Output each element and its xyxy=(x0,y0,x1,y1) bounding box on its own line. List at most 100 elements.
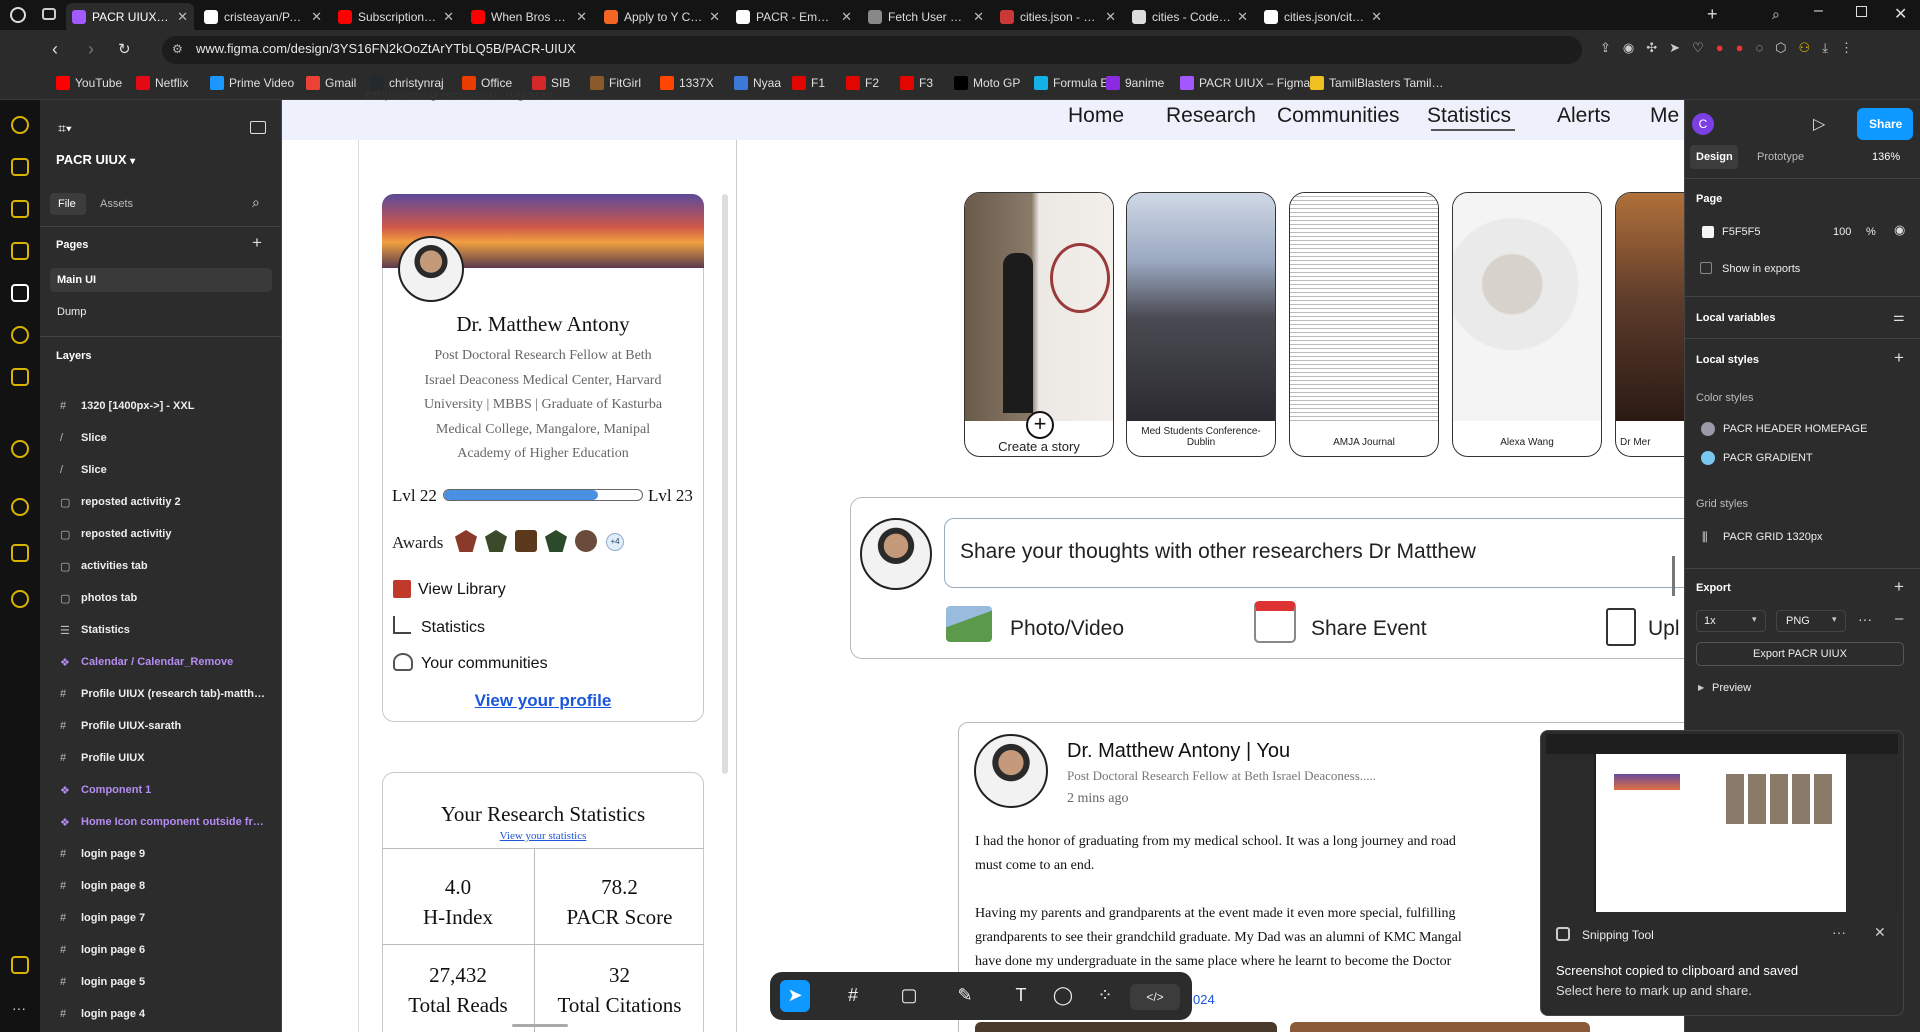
twitch-icon[interactable] xyxy=(11,200,29,218)
more-sidebar-icon[interactable]: ··· xyxy=(12,1000,26,1016)
close-tab-icon[interactable]: ✕ xyxy=(311,9,322,25)
discord-icon[interactable] xyxy=(11,368,29,386)
left-column-scrollbar[interactable] xyxy=(722,194,728,774)
browser-tab[interactable]: Fetch User From API ✕ xyxy=(862,3,990,30)
bookmark-item[interactable]: F2 xyxy=(846,76,879,90)
layer-item[interactable]: Calendar / Calendar_Remove xyxy=(81,656,276,668)
nav-link[interactable]: Me xyxy=(1650,104,1679,128)
nav-link[interactable]: Statistics xyxy=(1427,104,1511,128)
browser-tab[interactable]: cities - CodeSandbox ✕ xyxy=(1126,3,1254,30)
upload-button[interactable]: Upl xyxy=(1648,617,1680,641)
new-tab-button[interactable]: + xyxy=(1707,4,1718,25)
bookmark-item[interactable]: SIB xyxy=(532,76,570,90)
user-avatar[interactable]: C xyxy=(1692,113,1714,135)
close-window-button[interactable]: ✕ xyxy=(1894,4,1907,24)
share-event-button[interactable]: Share Event xyxy=(1311,617,1427,641)
extensions-sidebar-icon[interactable] xyxy=(11,544,29,562)
url-text[interactable]: www.figma.com/design/3YS16FN2kOoZtArYTbL… xyxy=(196,41,576,56)
search-icon[interactable]: ⌕ xyxy=(252,194,260,211)
minimize-button[interactable]: – xyxy=(1814,2,1823,20)
figma-sidebar-icon[interactable] xyxy=(11,284,29,302)
bookmark-item[interactable]: FitGirl xyxy=(590,76,641,90)
browser-tab[interactable]: cities.json/cities.json ✕ xyxy=(1258,3,1388,30)
profile-avatar[interactable] xyxy=(398,236,464,302)
canvas-scroll-indicator[interactable] xyxy=(512,1024,568,1027)
layer-item[interactable]: Component 1 xyxy=(81,784,276,796)
close-tab-icon[interactable]: ✕ xyxy=(576,9,587,25)
bookmark-item[interactable]: Prime Video xyxy=(210,76,294,90)
local-variables[interactable]: Local variables xyxy=(1696,312,1776,324)
layer-item[interactable]: Slice xyxy=(81,432,276,444)
add-page-icon[interactable]: + xyxy=(252,233,262,253)
layer-item[interactable]: photos tab xyxy=(81,592,276,604)
close-tab-icon[interactable]: ✕ xyxy=(1237,9,1248,25)
search-tabs-icon[interactable]: ⌕ xyxy=(1772,6,1780,23)
story-dr-mer[interactable]: Dr Mer xyxy=(1615,192,1684,457)
grid-style-item[interactable]: PACR GRID 1320px xyxy=(1723,531,1822,543)
page-color-swatch[interactable] xyxy=(1702,226,1714,238)
browser-tab[interactable]: When Bros So Bad Y… ✕ xyxy=(465,3,593,30)
visibility-eye-icon[interactable]: ◉ xyxy=(1894,222,1905,238)
color-style-item[interactable]: PACR HEADER HOMEPAGE xyxy=(1723,423,1867,435)
history-icon[interactable] xyxy=(11,498,29,516)
nav-link[interactable]: Communities xyxy=(1277,104,1400,128)
story-journal[interactable]: AMJA Journal xyxy=(1289,192,1439,457)
post-author-avatar[interactable] xyxy=(974,734,1048,808)
nav-link[interactable]: Research xyxy=(1166,104,1256,128)
browser-profile-icon[interactable] xyxy=(10,7,26,23)
figma-menu-icon[interactable]: ⌗▾ xyxy=(58,120,72,137)
post-author[interactable]: Dr. Matthew Antony | You xyxy=(1067,740,1290,763)
page-item-dump[interactable]: Dump xyxy=(57,306,86,318)
bookmark-item[interactable]: F3 xyxy=(900,76,933,90)
view-library-link[interactable]: View Library xyxy=(418,581,506,599)
pinboard-icon[interactable] xyxy=(11,956,29,974)
browser-tab[interactable]: cities.json - npm ✕ xyxy=(994,3,1122,30)
your-communities-link[interactable]: Your communities xyxy=(421,655,548,673)
awards-more-badge[interactable]: +4 xyxy=(606,533,624,551)
assets-tab[interactable]: Assets xyxy=(100,198,133,210)
composer-scrollbar[interactable] xyxy=(1672,556,1675,596)
nav-link[interactable]: Alerts xyxy=(1557,104,1611,128)
speed-dial-icon[interactable] xyxy=(11,116,29,134)
close-tab-icon[interactable]: ✕ xyxy=(709,9,720,25)
layer-item[interactable]: login page 8 xyxy=(81,880,276,892)
layer-item[interactable]: login page 4 xyxy=(81,1008,276,1020)
whatsapp-icon[interactable] xyxy=(11,326,29,344)
browser-tab[interactable]: PACR - Empowering… ✕ xyxy=(730,3,858,30)
notification-close-icon[interactable]: ✕ xyxy=(1874,924,1886,941)
snip-thumbnail[interactable] xyxy=(1546,734,1898,912)
export-more-icon[interactable]: ··· xyxy=(1858,611,1872,627)
extension-icons[interactable]: ⇪ ◉ ✣ ➤ ♡ ● ● ◌ ⬡ ⚇ ⤓ ⋮ xyxy=(1600,40,1900,60)
bookmark-item[interactable]: Gmail xyxy=(306,76,356,90)
layer-item[interactable]: reposted activitiy xyxy=(81,528,276,540)
bookmark-item[interactable]: Office xyxy=(462,76,512,90)
prototype-tab[interactable]: Prototype xyxy=(1757,151,1804,163)
pen-tool-icon[interactable]: ✎ xyxy=(954,984,976,1006)
bookmark-item[interactable]: YouTube xyxy=(56,76,122,90)
bookmark-item[interactable]: TamilBlasters Tamil… xyxy=(1310,76,1443,90)
panel-toggle-icon[interactable] xyxy=(250,121,266,134)
browser-tab[interactable]: Apply to Y Combinator ✕ xyxy=(598,3,726,30)
bookmark-item[interactable]: 1337X xyxy=(660,76,714,90)
bookmark-item[interactable]: F1 xyxy=(792,76,825,90)
add-export-icon[interactable]: + xyxy=(1894,577,1904,597)
preview-toggle[interactable]: Preview xyxy=(1712,682,1751,694)
close-tab-icon[interactable]: ✕ xyxy=(1105,9,1116,25)
player-icon[interactable] xyxy=(11,440,29,458)
layer-item[interactable]: Slice xyxy=(81,464,276,476)
bookmark-item[interactable]: Formula E xyxy=(1034,76,1108,90)
add-style-icon[interactable]: + xyxy=(1894,348,1904,368)
workspaces-icon[interactable] xyxy=(11,158,29,176)
close-tab-icon[interactable]: ✕ xyxy=(1371,9,1382,25)
layer-item[interactable]: login page 7 xyxy=(81,912,276,924)
notification-more-icon[interactable]: ··· xyxy=(1832,924,1846,940)
close-tab-icon[interactable]: ✕ xyxy=(177,9,188,25)
wallet-icon[interactable] xyxy=(11,242,29,260)
layer-item[interactable]: login page 5 xyxy=(81,976,276,988)
layer-item[interactable]: Home Icon component outside fr… xyxy=(81,816,276,828)
variables-icon[interactable]: ⚌ xyxy=(1893,309,1905,325)
show-in-exports-checkbox[interactable] xyxy=(1700,262,1712,274)
browser-tab[interactable]: Subscriptions - YouTube ✕ xyxy=(332,3,460,30)
bookmark-item[interactable]: christynraj xyxy=(370,76,444,90)
layer-item[interactable]: 1320 [1400px->] - XXL xyxy=(81,400,276,412)
